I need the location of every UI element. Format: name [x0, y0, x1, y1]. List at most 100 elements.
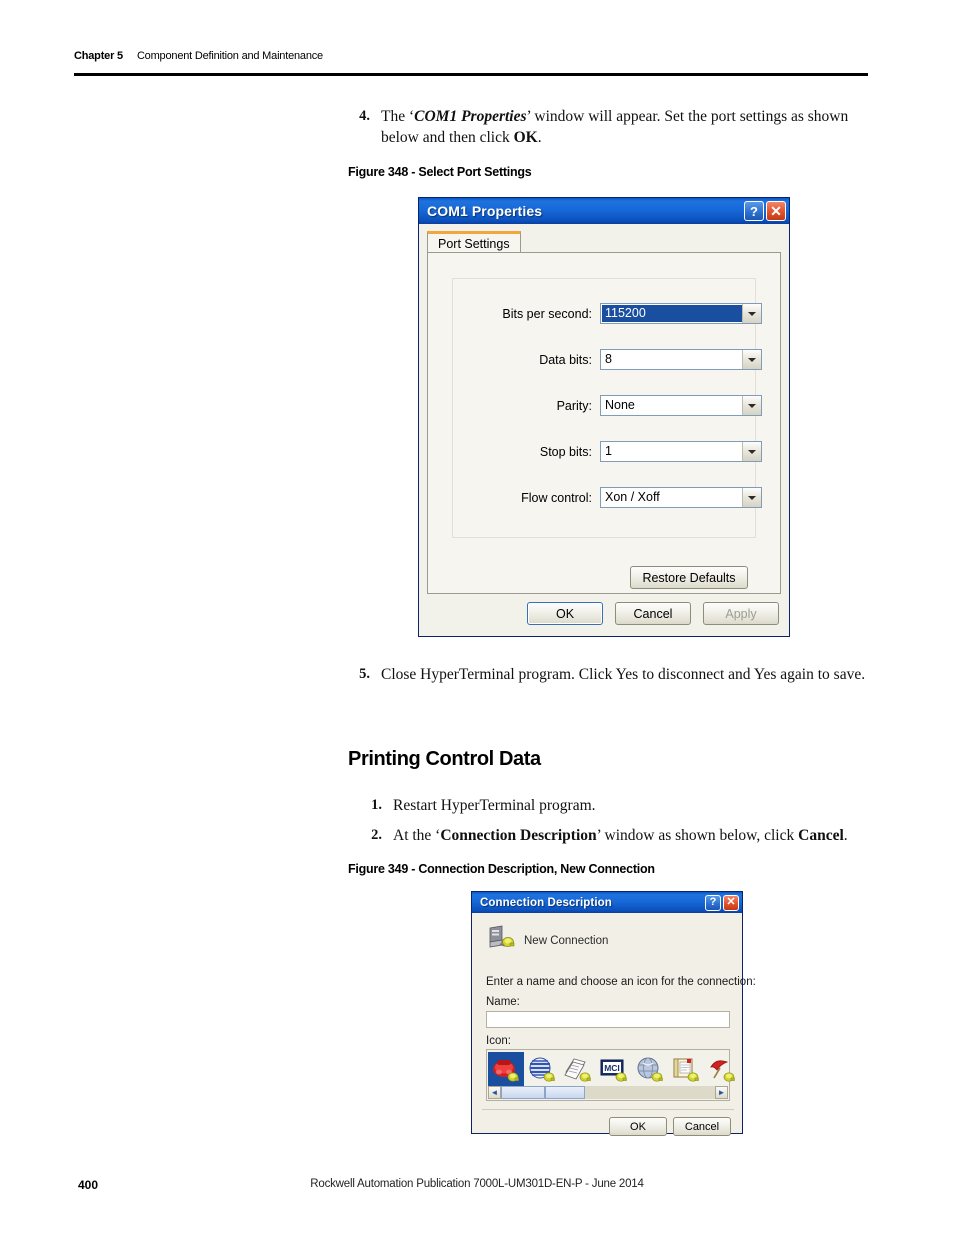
tab-port-settings[interactable]: Port Settings	[427, 231, 521, 253]
help-button[interactable]: ?	[705, 894, 721, 911]
cancel-button[interactable]: Cancel	[615, 602, 691, 625]
help-button[interactable]: ?	[744, 201, 764, 221]
cd-dialog-body: New Connection Enter a name and choose a…	[472, 913, 756, 1136]
step4-mid: ’ window will appear. Set the port setti…	[526, 108, 849, 125]
chevron-down-icon[interactable]	[742, 396, 761, 415]
chapter-title: Component Definition and Maintenance	[136, 50, 323, 62]
icon-option-paper-documents[interactable]	[560, 1052, 596, 1088]
step4-line2-bold: OK	[513, 129, 538, 146]
field-data-bits: Data bits: 8	[452, 349, 762, 370]
icon-option-red-telephone[interactable]	[488, 1052, 524, 1088]
com1-titlebar[interactable]: COM1 Properties ? ✕	[419, 198, 789, 224]
icon-option-mci-card[interactable]: MCI	[596, 1052, 632, 1088]
blue-globe-icon	[529, 1057, 555, 1082]
apply-button: Apply	[703, 602, 779, 625]
icon-option-notepad-page[interactable]	[668, 1052, 704, 1088]
com1-properties-dialog: COM1 Properties ? ✕ Port Settings Bits p…	[418, 197, 790, 637]
notepad-page-icon	[673, 1058, 699, 1082]
scrollbar-thumb-2[interactable]	[545, 1086, 585, 1099]
chevron-down-icon[interactable]	[742, 350, 761, 369]
step-text: Restart HyperTerminal program.	[393, 797, 596, 814]
step-text: The ‘COM1 Properties’ window will appear…	[381, 106, 868, 148]
parity-combo[interactable]: None	[600, 395, 762, 416]
connection-description-dialog: Connection Description ? ✕ New Connectio…	[471, 891, 756, 1136]
flow-control-value: Xon / Xoff	[605, 490, 660, 504]
com1-dialog-body: Port Settings Bits per second: 115200 Da…	[419, 224, 789, 636]
cd-content: New Connection Enter a name and choose a…	[472, 913, 756, 1136]
close-button[interactable]: ✕	[766, 201, 786, 221]
field-label: Parity:	[556, 398, 592, 413]
chapter-label: Chapter 5	[74, 50, 123, 62]
ok-button[interactable]: OK	[527, 602, 603, 625]
cd-titlebar-buttons: ? ✕	[705, 894, 739, 911]
icon-picker[interactable]: MCI ◄ ►	[486, 1049, 735, 1101]
bits-per-second-value: 115200	[602, 305, 742, 322]
paper-documents-icon	[564, 1058, 591, 1082]
step-number: 4.	[359, 108, 370, 124]
step2-post: .	[843, 827, 848, 844]
cd-prompt: Enter a name and choose an icon for the …	[486, 976, 756, 988]
scrollbar-thumb[interactable]	[501, 1086, 545, 1099]
icon-option-blue-globe[interactable]	[524, 1052, 560, 1088]
field-parity: Parity: None	[452, 395, 762, 416]
stop-bits-combo[interactable]: 1	[600, 441, 762, 462]
step-item-1: 1. Restart HyperTerminal program.	[360, 795, 870, 816]
step-number: 1.	[371, 797, 382, 813]
grey-globe-icon	[637, 1057, 663, 1082]
field-stop-bits: Stop bits: 1	[452, 441, 762, 462]
cd-titlebar[interactable]: Connection Description ? ✕	[472, 892, 742, 913]
page-section-heading: Printing Control Data	[348, 748, 541, 770]
step-number: 5.	[359, 666, 370, 682]
chevron-down-icon[interactable]	[742, 488, 761, 507]
name-input[interactable]	[486, 1011, 730, 1028]
step-item-4: 4. The ‘COM1 Properties’ window will app…	[348, 106, 868, 148]
field-label: Data bits:	[539, 352, 592, 367]
step2-mid: ’ window as shown below, click	[596, 827, 799, 844]
new-connection-label: New Connection	[524, 934, 609, 947]
step4-line2-pre: below and then click	[381, 129, 514, 146]
field-label: Bits per second:	[502, 306, 592, 321]
field-label: Stop bits:	[539, 444, 592, 459]
field-label: Flow control:	[521, 490, 592, 505]
com1-titlebar-buttons: ? ✕	[744, 201, 786, 221]
scroll-left-arrow-icon[interactable]: ◄	[488, 1086, 501, 1099]
restore-defaults-button[interactable]: Restore Defaults	[630, 566, 748, 589]
red-telephone-icon	[493, 1060, 519, 1082]
chevron-down-icon[interactable]	[742, 304, 761, 323]
icon-option-red-umbrella[interactable]	[704, 1052, 740, 1088]
figure-349-caption: Figure 349 - Connection Description, New…	[348, 862, 655, 876]
cd-cancel-button[interactable]: Cancel	[673, 1117, 731, 1136]
data-bits-value: 8	[605, 352, 612, 366]
step-text: Close HyperTerminal program. Click Yes t…	[381, 664, 868, 685]
chevron-down-icon[interactable]	[742, 442, 761, 461]
red-umbrella-icon	[710, 1060, 735, 1082]
bits-per-second-combo[interactable]: 115200	[600, 303, 762, 324]
svg-text:MCI: MCI	[604, 1063, 620, 1073]
scrollbar-track[interactable]	[585, 1086, 715, 1099]
cd-ok-button[interactable]: OK	[609, 1117, 667, 1136]
stop-bits-value: 1	[605, 444, 612, 458]
data-bits-combo[interactable]: 8	[600, 349, 762, 370]
com1-tab-page: Bits per second: 115200 Data bits: 8 Par…	[427, 252, 781, 594]
running-header: Chapter 5 Component Definition and Mainte…	[74, 50, 874, 62]
step-item-5: 5. Close HyperTerminal program. Click Ye…	[348, 664, 868, 685]
header-rule	[74, 73, 868, 76]
icon-list: MCI	[488, 1051, 735, 1089]
cd-icon-label: Icon:	[486, 1035, 511, 1047]
flow-control-combo[interactable]: Xon / Xoff	[600, 487, 762, 508]
step4-pre: The ‘	[381, 108, 415, 125]
computer-connection-icon	[486, 925, 516, 956]
scroll-right-arrow-icon[interactable]: ►	[715, 1086, 728, 1099]
step-text: At the ‘Connection Description’ window a…	[393, 825, 872, 846]
com1-tabstrip: Port Settings	[427, 231, 781, 253]
icon-list-scrollbar[interactable]: ◄ ►	[488, 1086, 728, 1099]
step5-line1: Close HyperTerminal program. Click Yes t…	[381, 666, 830, 683]
close-button[interactable]: ✕	[723, 894, 739, 911]
icon-option-grey-globe[interactable]	[632, 1052, 668, 1088]
document-page: Chapter 5 Component Definition and Mainte…	[0, 0, 954, 1235]
field-flow-control: Flow control: Xon / Xoff	[452, 487, 762, 508]
com1-title: COM1 Properties	[427, 203, 543, 219]
step-number: 2.	[371, 827, 382, 843]
mci-card-icon: MCI	[600, 1059, 627, 1082]
step4-emph: COM1 Properties	[414, 108, 527, 125]
